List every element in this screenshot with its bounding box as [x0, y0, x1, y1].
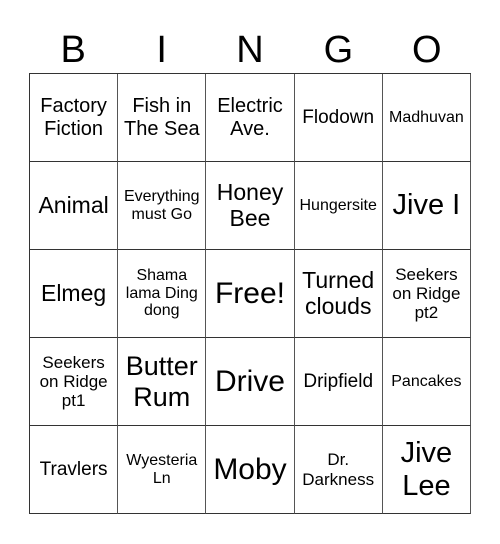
- bingo-cell[interactable]: Honey Bee: [206, 162, 295, 250]
- bingo-cell[interactable]: Electric Ave.: [206, 74, 295, 162]
- bingo-cell[interactable]: Dripfield: [294, 338, 383, 426]
- bingo-cell[interactable]: Travlers: [30, 426, 119, 514]
- bingo-cell[interactable]: Jive Lee: [382, 426, 471, 514]
- bingo-cell[interactable]: Wyesteria Ln: [118, 426, 207, 514]
- bingo-cell[interactable]: Animal: [30, 162, 119, 250]
- bingo-cell[interactable]: Dr. Darkness: [294, 426, 383, 514]
- bingo-cell[interactable]: Drive: [206, 338, 295, 426]
- bingo-cell[interactable]: Fish in The Sea: [118, 74, 207, 162]
- bingo-cell[interactable]: Turned clouds: [294, 250, 383, 338]
- bingo-cell[interactable]: Pancakes: [382, 338, 471, 426]
- bingo-cell[interactable]: Hungersite: [294, 162, 383, 250]
- bingo-grid: Factory Fiction Fish in The Sea Electric…: [29, 73, 471, 514]
- header-letter-b: B: [60, 29, 86, 71]
- bingo-cell[interactable]: Seekers on Ridge pt1: [30, 338, 119, 426]
- bingo-cell[interactable]: Flodown: [294, 74, 383, 162]
- bingo-cell[interactable]: Factory Fiction: [30, 74, 119, 162]
- bingo-cell[interactable]: Seekers on Ridge pt2: [382, 250, 471, 338]
- bingo-cell[interactable]: Butter Rum: [118, 338, 207, 426]
- bingo-cell[interactable]: Everything must Go: [118, 162, 207, 250]
- bingo-cell[interactable]: Shama lama Ding dong: [118, 250, 207, 338]
- bingo-cell[interactable]: Moby: [206, 426, 295, 514]
- header-letter-g: G: [323, 29, 354, 71]
- bingo-cell[interactable]: Madhuvan: [382, 74, 471, 162]
- bingo-cell[interactable]: Elmeg: [30, 250, 119, 338]
- free-space-cell[interactable]: Free!: [206, 250, 295, 338]
- bingo-cell[interactable]: Jive I: [382, 162, 471, 250]
- header-letter-n: N: [236, 29, 264, 71]
- header-letter-i: I: [156, 29, 167, 71]
- bingo-header: B I N G O: [29, 28, 471, 73]
- header-letter-o: O: [412, 29, 442, 71]
